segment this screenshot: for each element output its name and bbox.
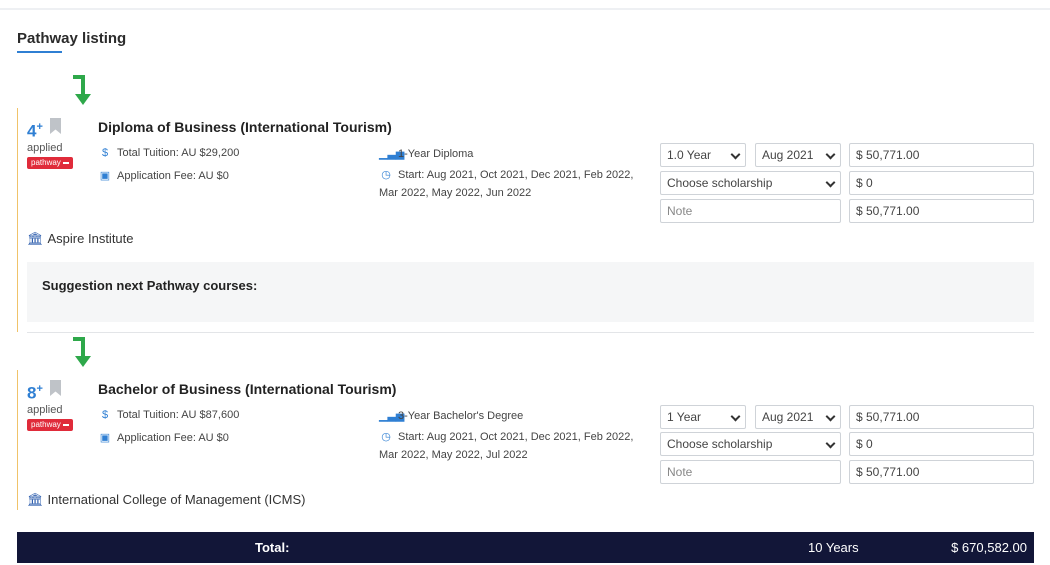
- institution-icon: 🏛: [27, 231, 44, 246]
- dollar-icon: $: [101, 147, 109, 159]
- section-title-underline: [17, 51, 62, 53]
- note-input[interactable]: Note: [660, 199, 841, 223]
- scholarship-select[interactable]: Choose scholarship: [660, 171, 841, 195]
- intake-select[interactable]: Aug 2021: [755, 405, 841, 429]
- total-bar: Total: 10 Years $ 670,582.00: [17, 532, 1034, 563]
- course-card: 8+ applied pathway Bachelor of Business …: [17, 370, 1034, 510]
- fee-input[interactable]: $ 50,771.00: [849, 405, 1034, 429]
- total-label: Total:: [255, 540, 290, 555]
- fee-input[interactable]: $ 50,771.00: [849, 143, 1034, 167]
- applied-label: applied: [27, 141, 63, 154]
- clock-icon: ◷: [381, 169, 391, 181]
- duration-select[interactable]: 1 Year: [660, 405, 746, 429]
- course-type: ▁▃▅3-Year Bachelor's Degree: [379, 410, 524, 422]
- pathway-badge[interactable]: pathway: [27, 156, 73, 169]
- arrow-down-right-icon: [73, 75, 91, 105]
- net-fee-input[interactable]: $ 50,771.00: [849, 199, 1034, 223]
- dollar-icon: $: [101, 409, 109, 421]
- scholarship-select[interactable]: Choose scholarship: [660, 432, 841, 456]
- course-divider: [27, 332, 1034, 333]
- money-icon: ▣: [99, 432, 111, 444]
- applied-label: applied: [27, 403, 63, 416]
- institute-name[interactable]: 🏛 International College of Management (IC…: [27, 492, 305, 508]
- start-dates: ◷ Start: Aug 2021, Oct 2021, Dec 2021, Fe…: [379, 428, 644, 464]
- money-icon: ▣: [99, 170, 111, 182]
- intake-select[interactable]: Aug 2021: [755, 143, 841, 167]
- total-tuition: $ Total Tuition: AU $29,200: [98, 147, 239, 159]
- total-tuition: $ Total Tuition: AU $87,600: [98, 409, 239, 421]
- applied-indicator: 4+ applied pathway: [27, 118, 77, 169]
- course-card-border: [17, 370, 18, 510]
- course-card-border: [17, 108, 18, 332]
- institution-icon: 🏛: [27, 492, 44, 507]
- application-fee: ▣ Application Fee: AU $0: [99, 432, 229, 444]
- institute-name[interactable]: 🏛 Aspire Institute: [27, 231, 134, 247]
- signal-bars-icon: ▁▃▅: [379, 148, 405, 160]
- applied-indicator: 8+ applied pathway: [27, 380, 77, 431]
- course-type: ▁▃▅1-Year Diploma: [379, 148, 474, 160]
- duration-select[interactable]: 1.0 Year: [660, 143, 746, 167]
- signal-bars-icon: ▁▃▅: [379, 410, 405, 422]
- scholarship-amount-input[interactable]: $ 0: [849, 171, 1034, 195]
- top-divider: [0, 8, 1050, 10]
- application-fee: ▣ Application Fee: AU $0: [99, 170, 229, 182]
- suggestion-label: Suggestion next Pathway courses:: [42, 278, 258, 293]
- pathway-badge[interactable]: pathway: [27, 418, 73, 431]
- scholarship-amount-input[interactable]: $ 0: [849, 432, 1034, 456]
- start-dates: ◷ Start: Aug 2021, Oct 2021, Dec 2021, Fe…: [379, 166, 644, 202]
- clock-icon: ◷: [381, 431, 391, 443]
- arrow-down-right-icon: [73, 337, 91, 367]
- section-title: Pathway listing: [17, 30, 127, 47]
- total-amount: $ 670,582.00: [951, 540, 1027, 555]
- suggestion-panel: Suggestion next Pathway courses:: [27, 262, 1034, 322]
- course-title[interactable]: Diploma of Business (International Touri…: [98, 119, 392, 135]
- note-input[interactable]: Note: [660, 460, 841, 484]
- total-duration: 10 Years: [808, 540, 859, 555]
- course-title[interactable]: Bachelor of Business (International Tour…: [98, 381, 396, 397]
- net-fee-input[interactable]: $ 50,771.00: [849, 460, 1034, 484]
